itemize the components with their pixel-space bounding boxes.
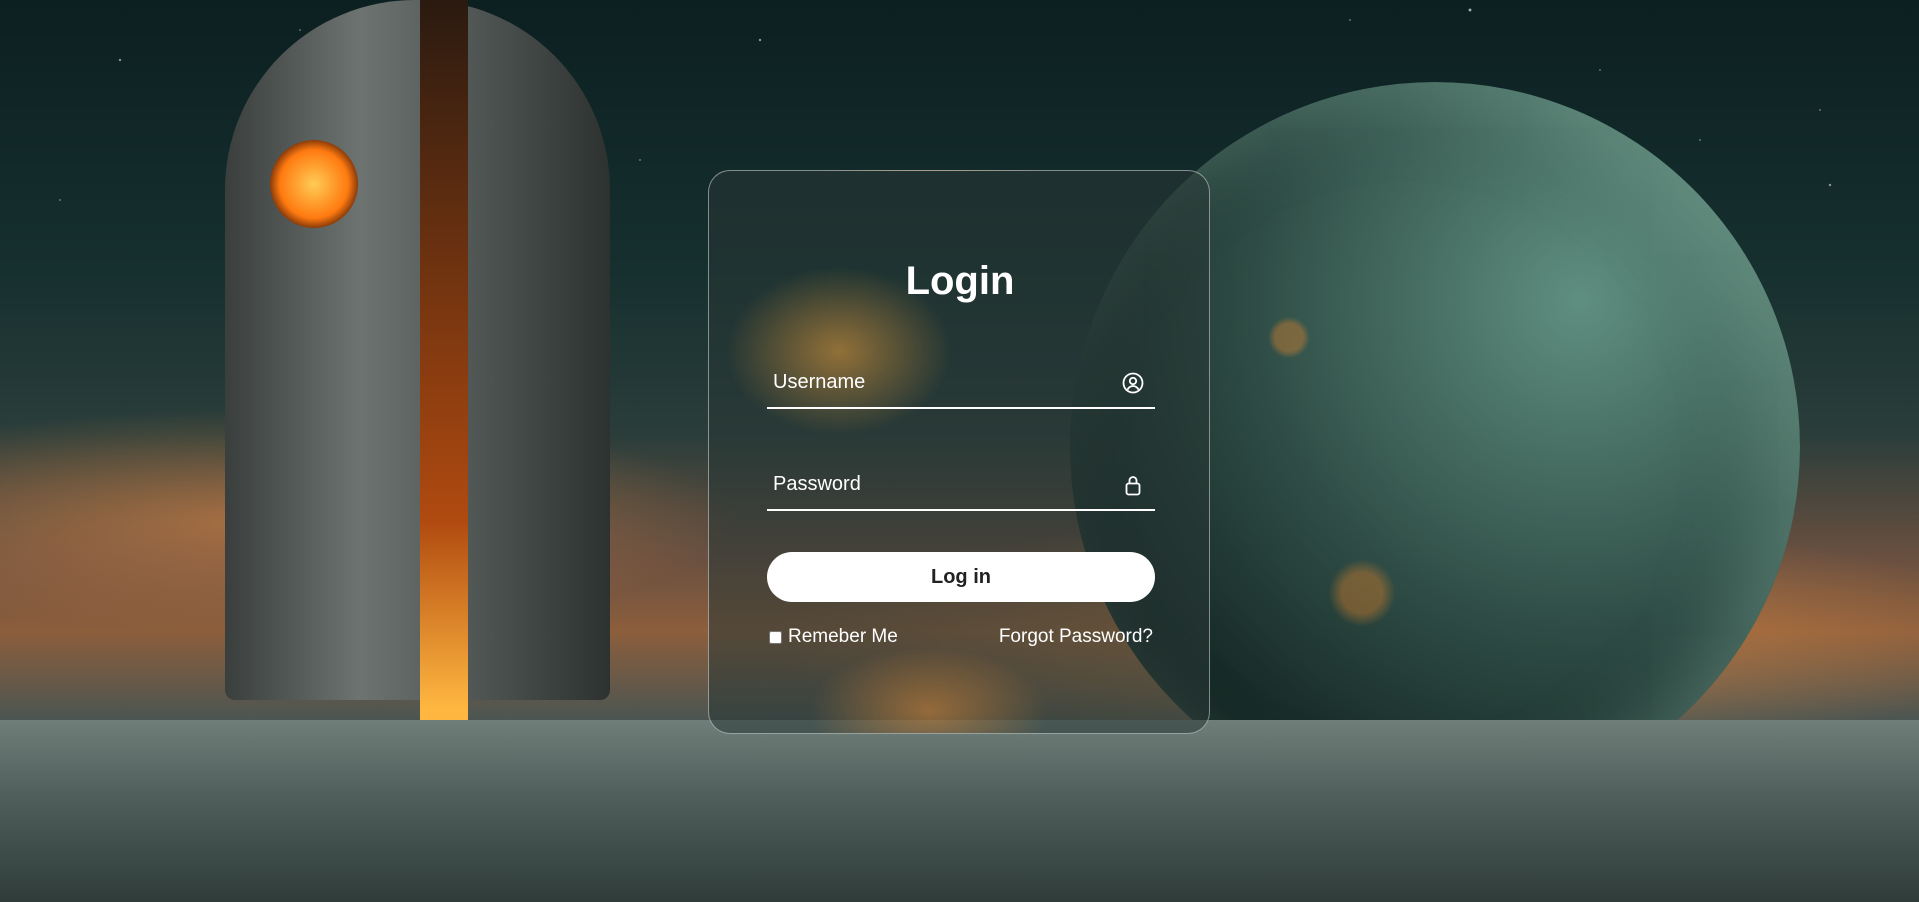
ground-image xyxy=(0,720,1919,902)
remember-me-checkbox[interactable] xyxy=(769,630,782,644)
forgot-password-link[interactable]: Forgot Password? xyxy=(999,625,1153,649)
remember-me-label: Remeber Me xyxy=(788,626,898,647)
login-button[interactable]: Log in xyxy=(767,552,1155,602)
username-input[interactable] xyxy=(767,357,1113,407)
username-field xyxy=(767,357,1155,409)
tower-image xyxy=(225,0,610,700)
password-input[interactable] xyxy=(767,459,1113,509)
user-circle-icon xyxy=(1121,371,1145,395)
password-field xyxy=(767,459,1155,511)
tower-glow xyxy=(420,0,468,745)
login-panel: Login Log in Remeber xyxy=(708,170,1210,734)
porthole-image xyxy=(270,140,358,228)
lock-icon xyxy=(1121,473,1145,497)
background-scene: Login Log in Remeber xyxy=(0,0,1919,902)
login-title: Login xyxy=(905,259,1015,303)
remember-me[interactable]: Remeber Me xyxy=(767,625,898,649)
